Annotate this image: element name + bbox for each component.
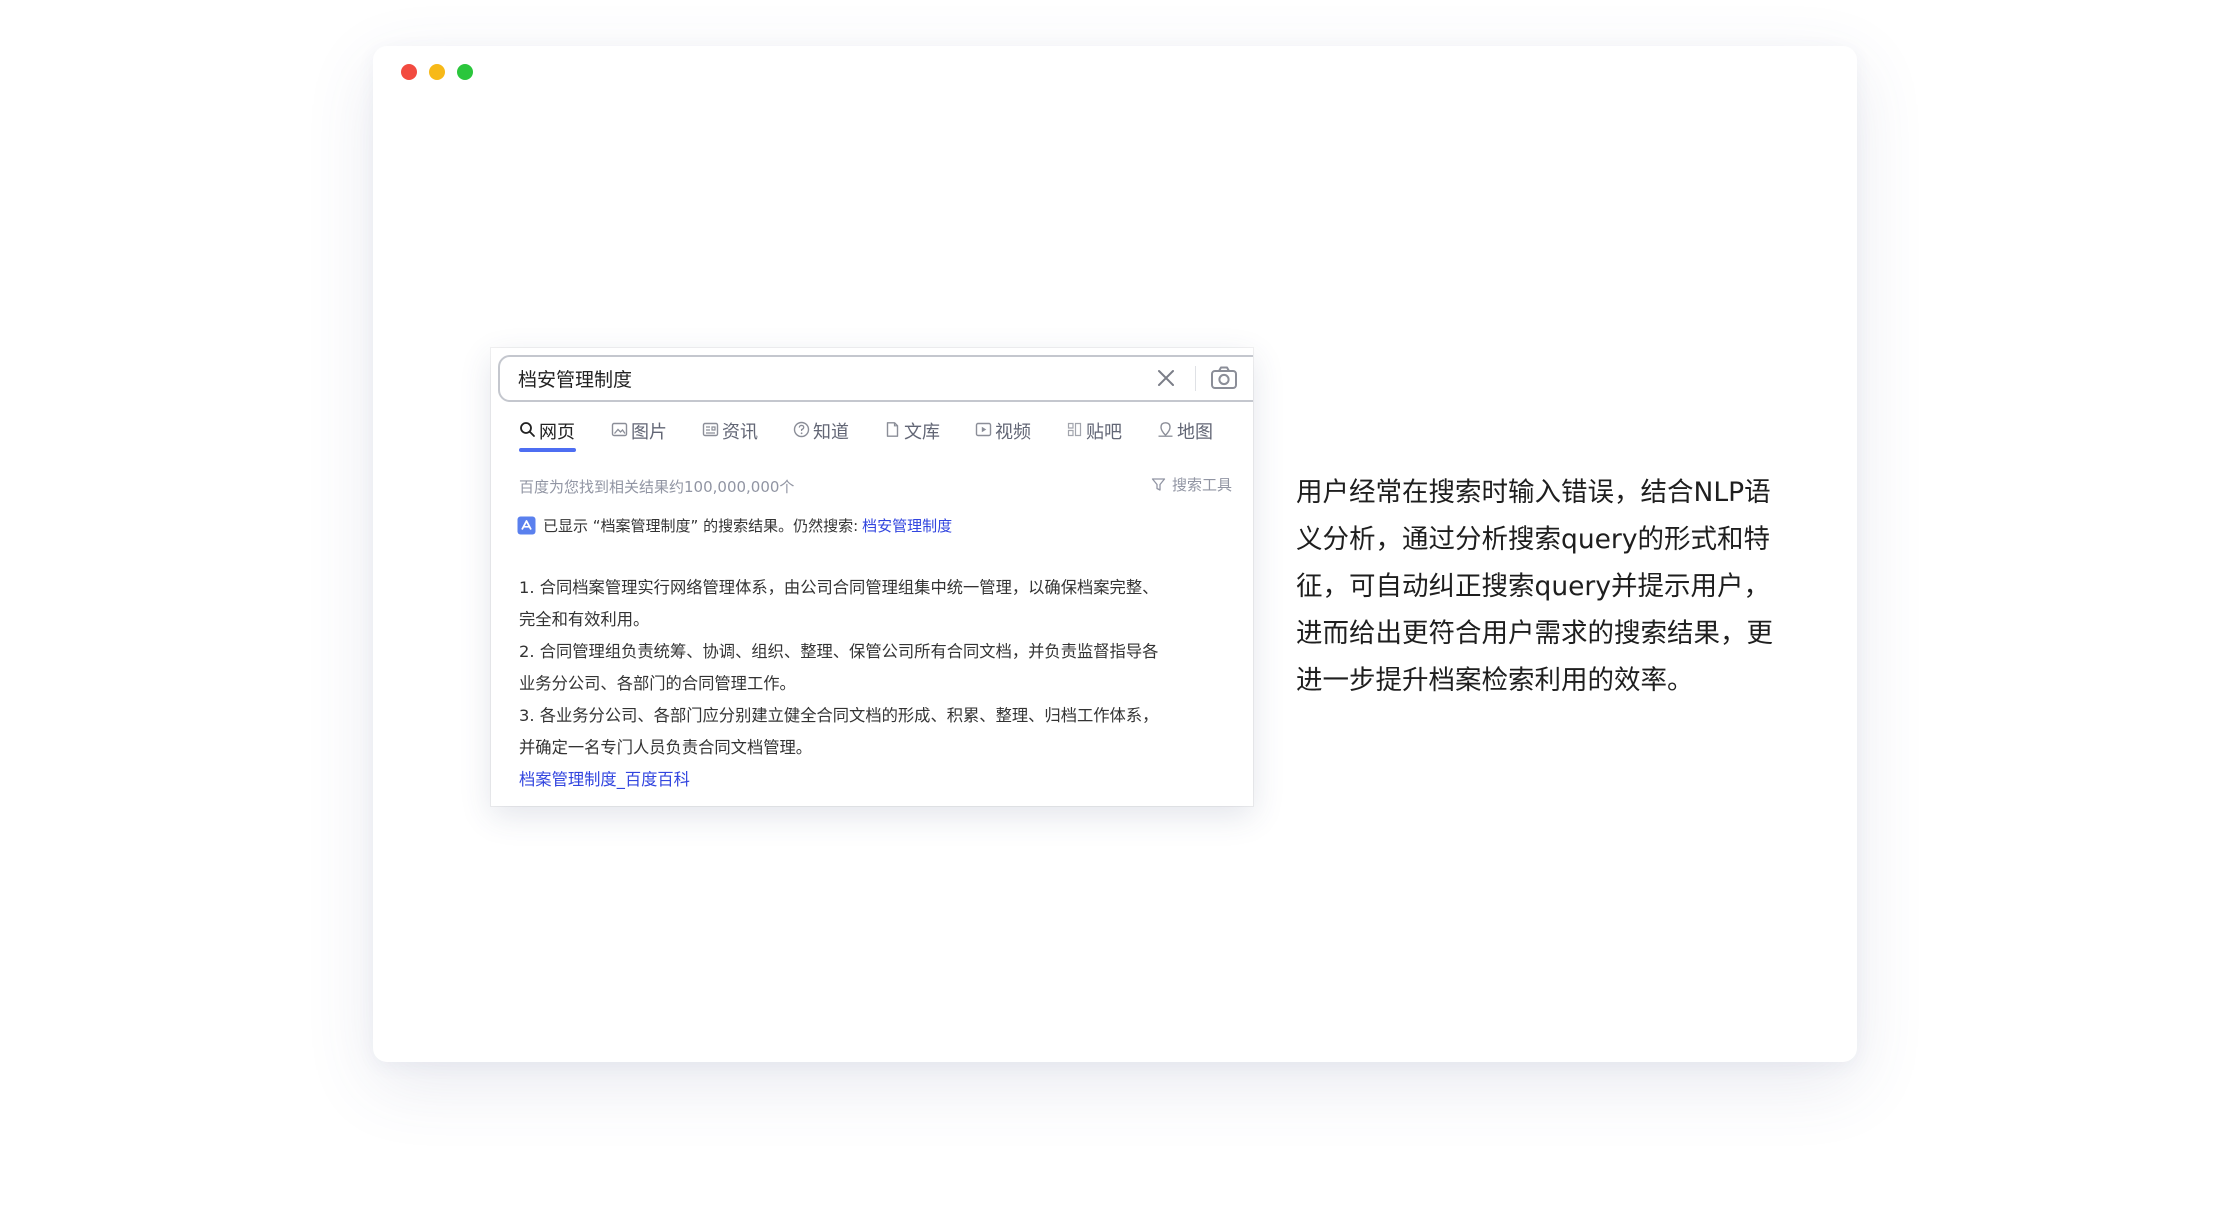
snippet-line: 1. 合同档案管理实行网络管理体系，由公司合同管理组集中统一管理，以确保档案完整…: [519, 578, 1159, 597]
camera-icon[interactable]: [1210, 365, 1238, 391]
tab-label: 资讯: [722, 422, 758, 443]
original-query-link[interactable]: 档安管理制度: [862, 515, 952, 536]
app-window: 网页 图片 资讯: [373, 46, 1857, 1062]
snippet-line: 并确定一名专门人员负责合同文档管理。: [519, 738, 813, 757]
maximize-window-dot[interactable]: [457, 64, 473, 80]
document-icon: [886, 422, 899, 437]
tab-video[interactable]: 视频: [975, 418, 1031, 452]
description-line: 义分析，通过分析搜索query的形式和特: [1296, 524, 1770, 555]
description-line: 征，可自动纠正搜索query并提示用户，: [1296, 571, 1770, 602]
map-icon: [1158, 422, 1173, 437]
minimize-window-dot[interactable]: [429, 64, 445, 80]
tab-tieba[interactable]: 贴吧: [1066, 418, 1122, 452]
close-icon[interactable]: [1154, 366, 1178, 390]
filter-icon: [1151, 478, 1166, 491]
active-tab-indicator: [519, 448, 576, 452]
tab-images[interactable]: 图片: [611, 418, 667, 452]
correction-text: 已显示 “档案管理制度” 的搜索结果。仍然搜索:: [543, 517, 859, 535]
tab-label: 贴吧: [1086, 422, 1122, 443]
search-box-divider: [1195, 366, 1196, 391]
spelling-correction-notice: 已显示 “档案管理制度” 的搜索结果。仍然搜索: 档安管理制度: [517, 515, 952, 536]
search-tabs: 网页 图片 资讯 知道 文库 视频 贴吧 地图: [519, 418, 1253, 452]
search-tools-label: 搜索工具: [1172, 476, 1233, 494]
window-controls: [401, 64, 473, 80]
snippet-line: 2. 合同管理组负责统筹、协调、组织、整理、保管公司所有合同文档，并负责监督指导…: [519, 642, 1159, 661]
correction-icon: [517, 516, 536, 535]
tab-label: 视频: [995, 422, 1031, 443]
tab-label: 地图: [1177, 422, 1213, 443]
tab-label: 文库: [904, 422, 940, 443]
result-count: 百度为您找到相关结果约100,000,000个: [519, 478, 795, 496]
image-icon: [611, 422, 628, 437]
description-line: 进一步提升档案检索利用的效率。: [1296, 665, 1694, 696]
search-box: [498, 355, 1253, 402]
tab-zhidao[interactable]: 知道: [793, 418, 849, 452]
search-screenshot: 网页 图片 资讯: [491, 348, 1253, 806]
result-source-link[interactable]: 档案管理制度_百度百科: [519, 764, 1239, 796]
description-line: 进而给出更符合用户需求的搜索结果，更: [1296, 618, 1773, 649]
news-icon: [702, 422, 719, 437]
tab-wenku[interactable]: 文库: [884, 418, 940, 452]
tab-label: 网页: [539, 422, 575, 443]
result-snippet: 1. 合同档案管理实行网络管理体系，由公司合同管理组集中统一管理，以确保档案完整…: [519, 572, 1239, 796]
search-icon: [520, 422, 535, 437]
close-window-dot[interactable]: [401, 64, 417, 80]
tab-news[interactable]: 资讯: [702, 418, 758, 452]
tab-label: 知道: [813, 422, 849, 443]
snippet-line: 业务分公司、各部门的合同管理工作。: [519, 674, 796, 693]
tab-web[interactable]: 网页: [519, 418, 576, 452]
search-input[interactable]: [518, 357, 1118, 400]
tieba-icon: [1067, 422, 1082, 437]
snippet-line: 3. 各业务分公司、各部门应分别建立健全合同文档的形成、积累、整理、归档工作体系…: [519, 706, 1159, 725]
tab-map[interactable]: 地图: [1157, 418, 1213, 452]
video-icon: [975, 422, 992, 437]
description-line: 用户经常在搜索时输入错误，结合NLP语: [1296, 477, 1771, 508]
snippet-line: 完全和有效利用。: [519, 610, 650, 629]
tab-label: 图片: [631, 422, 667, 443]
question-icon: [793, 421, 810, 438]
feature-description: 用户经常在搜索时输入错误，结合NLP语 义分析，通过分析搜索query的形式和特…: [1296, 469, 1856, 704]
search-tools-button[interactable]: 搜索工具: [1151, 474, 1232, 495]
